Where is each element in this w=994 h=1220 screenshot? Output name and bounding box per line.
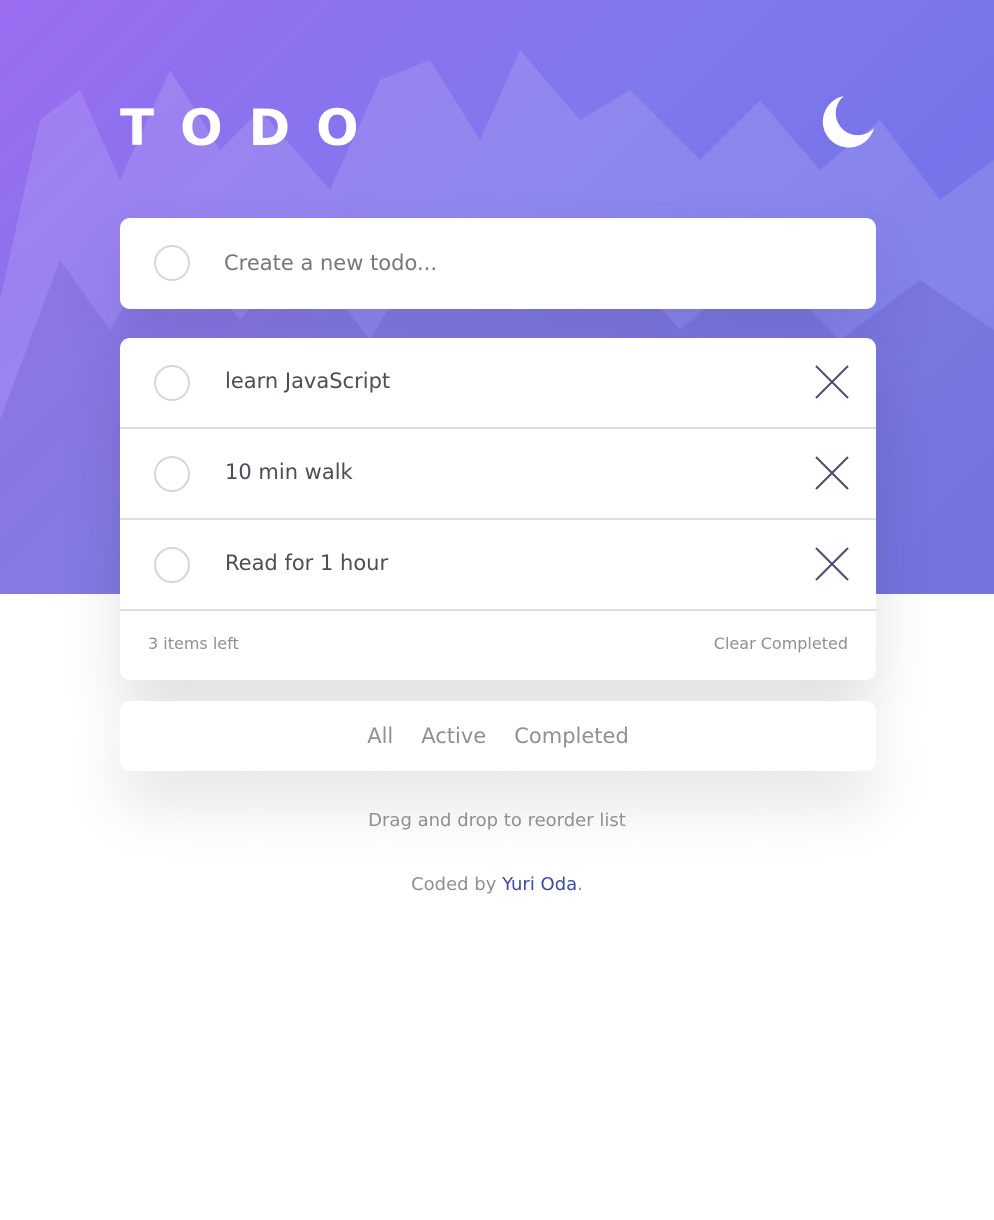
todo-checkbox[interactable]	[154, 547, 190, 583]
todo-list: learn JavaScript 10 min walk Read for 1 …	[120, 338, 876, 680]
clear-completed-button[interactable]: Clear Completed	[714, 634, 848, 653]
todo-text: learn JavaScript	[225, 369, 391, 393]
new-todo-card	[120, 218, 876, 309]
items-left-count: 3 items left	[148, 634, 239, 653]
attribution-prefix: Coded by	[411, 874, 503, 895]
filter-bar: All Active Completed	[120, 701, 876, 771]
attribution: Coded by Yuri Oda.	[0, 874, 994, 895]
reorder-hint: Drag and drop to reorder list	[368, 810, 626, 831]
close-icon[interactable]	[814, 455, 850, 491]
filter-completed[interactable]: Completed	[514, 724, 629, 748]
todo-item[interactable]: 10 min walk	[120, 429, 876, 520]
filter-all[interactable]: All	[367, 724, 393, 748]
new-todo-checkbox[interactable]	[154, 245, 190, 281]
author-link[interactable]: Yuri Oda	[502, 874, 577, 895]
close-icon[interactable]	[814, 546, 850, 582]
list-footer: 3 items left Clear Completed	[120, 609, 876, 680]
todo-item[interactable]: learn JavaScript	[120, 338, 876, 429]
todo-item[interactable]: Read for 1 hour	[120, 520, 876, 611]
filter-active[interactable]: Active	[421, 724, 486, 748]
close-icon[interactable]	[814, 364, 850, 400]
moon-icon	[822, 96, 874, 148]
todo-text: 10 min walk	[225, 460, 353, 484]
todo-checkbox[interactable]	[154, 365, 190, 401]
todo-checkbox[interactable]	[154, 456, 190, 492]
todo-text: Read for 1 hour	[225, 551, 389, 575]
attribution-suffix: .	[577, 874, 583, 895]
app-title: TODO	[120, 99, 385, 157]
new-todo-input[interactable]	[224, 242, 824, 284]
theme-toggle-button[interactable]	[820, 94, 876, 150]
